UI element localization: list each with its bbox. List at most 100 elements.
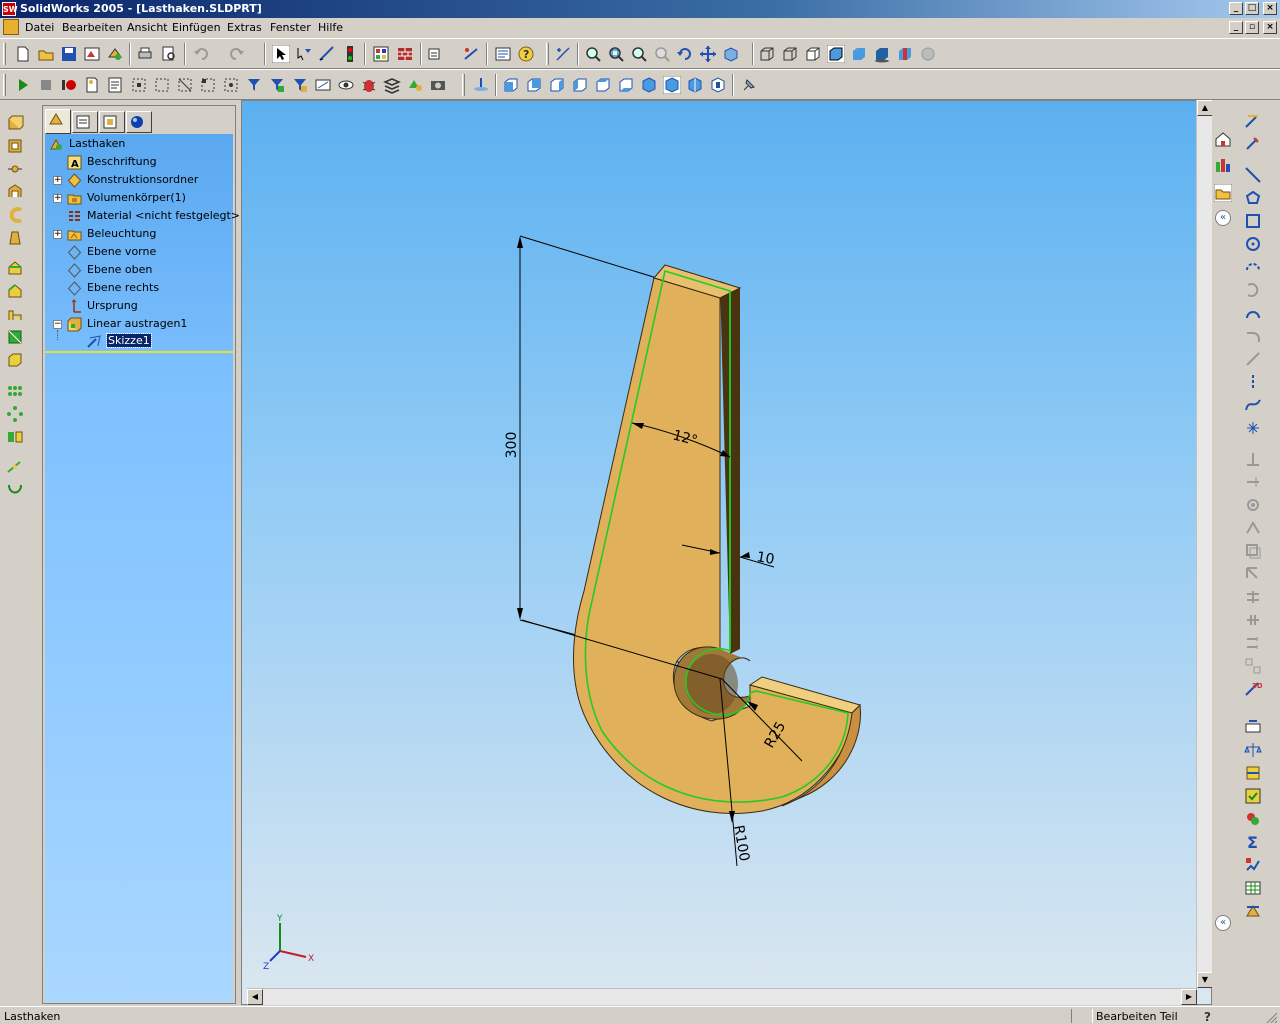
centerpoint-arc-icon[interactable] <box>1244 258 1262 276</box>
hidden-lines-removed-icon[interactable] <box>804 45 822 63</box>
mirror-icon[interactable] <box>6 428 24 446</box>
circular-pattern-icon[interactable] <box>6 405 24 423</box>
rectangle-icon[interactable] <box>1244 212 1262 230</box>
linear-sketch-pattern-icon[interactable] <box>1244 588 1262 606</box>
eye-hide-show-icon[interactable] <box>337 76 355 94</box>
scroll-up-button[interactable]: ▲ <box>1197 100 1213 116</box>
close-button[interactable]: × <box>1263 2 1277 15</box>
resize-grip-icon[interactable] <box>1264 1011 1278 1023</box>
tab-feature-manager[interactable] <box>45 109 71 134</box>
revolved-boss-icon[interactable] <box>6 137 24 155</box>
graphics-area[interactable]: 300 12° 10 R25 R100 Y X Z <box>241 100 1212 1005</box>
print-icon[interactable] <box>136 45 154 63</box>
move-component-icon[interactable] <box>462 45 480 63</box>
menu-hilfe[interactable]: Hilfe <box>318 21 343 34</box>
collapse-task-pane-icon[interactable]: « <box>1215 210 1231 226</box>
horizontal-scrollbar[interactable]: ◀ ▶ <box>247 988 1197 1005</box>
maximize-button[interactable]: □ <box>1245 2 1259 15</box>
point-select-icon[interactable] <box>222 76 240 94</box>
sketch-chamfer-icon[interactable] <box>1244 350 1262 368</box>
model-view[interactable]: 300 12° 10 R25 R100 Y X Z <box>242 101 1212 1005</box>
rib-icon[interactable] <box>6 305 24 323</box>
point-icon[interactable] <box>1244 419 1262 437</box>
view-selector-icon[interactable] <box>709 76 727 94</box>
redo-icon[interactable] <box>228 45 246 63</box>
extend-icon[interactable] <box>1244 473 1262 491</box>
trimetric-view-icon[interactable] <box>663 76 681 94</box>
swept-boss-icon[interactable] <box>6 160 24 178</box>
shadows-icon[interactable] <box>873 45 891 63</box>
deviation-analysis-icon[interactable] <box>1244 902 1262 920</box>
isometric-view-icon[interactable] <box>640 76 658 94</box>
rollback-bar[interactable] <box>45 351 233 353</box>
chamfer-icon[interactable] <box>6 282 24 300</box>
front-view-icon[interactable] <box>502 76 520 94</box>
drawing-from-part-icon[interactable] <box>83 45 101 63</box>
sketch-icon[interactable] <box>318 45 336 63</box>
filter-vertices-icon[interactable] <box>245 76 263 94</box>
mass-properties-icon[interactable] <box>1244 741 1262 759</box>
vertical-scrollbar[interactable]: ▲ ▼ <box>1196 100 1213 988</box>
print-preview-icon[interactable] <box>160 45 178 63</box>
stop-icon[interactable] <box>37 76 55 94</box>
display-states-icon[interactable] <box>406 76 424 94</box>
section-properties-icon[interactable] <box>1244 764 1262 782</box>
display-pane-icon[interactable] <box>426 45 444 63</box>
grid-snap-icon[interactable] <box>153 76 171 94</box>
collapse-toggle[interactable]: − <box>53 320 62 329</box>
toolbar-grip[interactable] <box>3 43 6 65</box>
box-select-icon[interactable] <box>199 76 217 94</box>
rotate-view-icon[interactable] <box>676 45 694 63</box>
zoom-area-icon[interactable] <box>607 45 625 63</box>
zoom-to-selection-icon[interactable] <box>653 45 671 63</box>
properties-icon[interactable] <box>494 45 512 63</box>
construction-geometry-icon[interactable] <box>1244 634 1262 652</box>
expand-toggle[interactable]: + <box>53 230 62 239</box>
centerline-icon[interactable] <box>1244 373 1262 391</box>
rebuild-traffic-light-icon[interactable] <box>341 45 359 63</box>
equations-icon[interactable]: Σ <box>1244 833 1262 851</box>
layers-icon[interactable] <box>383 76 401 94</box>
home-icon[interactable] <box>1214 130 1232 148</box>
view-orientation-icon[interactable] <box>130 76 148 94</box>
circle-icon[interactable] <box>1244 235 1262 253</box>
split-entities-icon[interactable] <box>1244 611 1262 629</box>
file-explorer-icon[interactable] <box>1214 184 1232 202</box>
tangent-arc-icon[interactable] <box>1244 281 1262 299</box>
help-icon[interactable]: ? <box>517 45 535 63</box>
open-folder-icon[interactable] <box>37 45 55 63</box>
measure-icon[interactable] <box>314 76 332 94</box>
doc-minimize-button[interactable]: _ <box>1229 21 1243 34</box>
feature-statistics-icon[interactable] <box>1244 856 1262 874</box>
sketch-edit-icon[interactable] <box>1244 112 1262 130</box>
three-point-arc-icon[interactable] <box>1244 304 1262 322</box>
play-icon[interactable] <box>14 76 32 94</box>
filter-faces-icon[interactable] <box>291 76 309 94</box>
pin-icon[interactable] <box>740 76 758 94</box>
reference-geometry-icon[interactable] <box>6 458 24 476</box>
new-document-icon[interactable] <box>14 45 32 63</box>
help-question-icon[interactable]: ? <box>1201 1009 1215 1023</box>
zoom-in-out-icon[interactable] <box>630 45 648 63</box>
bug-debug-icon[interactable] <box>360 76 378 94</box>
document-properties-icon[interactable] <box>106 76 124 94</box>
dimetric-view-icon[interactable] <box>686 76 704 94</box>
linear-pattern-icon[interactable] <box>6 382 24 400</box>
tab-property-manager[interactable] <box>72 111 98 133</box>
new-part-icon[interactable] <box>83 76 101 94</box>
menu-datei[interactable]: Datei <box>25 21 54 34</box>
record-icon[interactable] <box>60 76 78 94</box>
wireframe-icon[interactable] <box>758 45 776 63</box>
hidden-lines-visible-icon[interactable] <box>781 45 799 63</box>
menu-fenster[interactable]: Fenster <box>270 21 311 34</box>
fillet-icon[interactable] <box>6 259 24 277</box>
line-icon[interactable] <box>1244 166 1262 184</box>
menu-bearbeiten[interactable]: Bearbeiten <box>62 21 122 34</box>
part-lasthaken[interactable] <box>573 264 861 814</box>
top-view-icon[interactable] <box>594 76 612 94</box>
expand-task-pane-icon[interactable]: « <box>1215 915 1231 931</box>
bottom-view-icon[interactable] <box>617 76 635 94</box>
scroll-right-button[interactable]: ▶ <box>1181 989 1197 1005</box>
smart-dimension-icon[interactable] <box>1244 135 1262 153</box>
spline-icon[interactable] <box>1244 396 1262 414</box>
